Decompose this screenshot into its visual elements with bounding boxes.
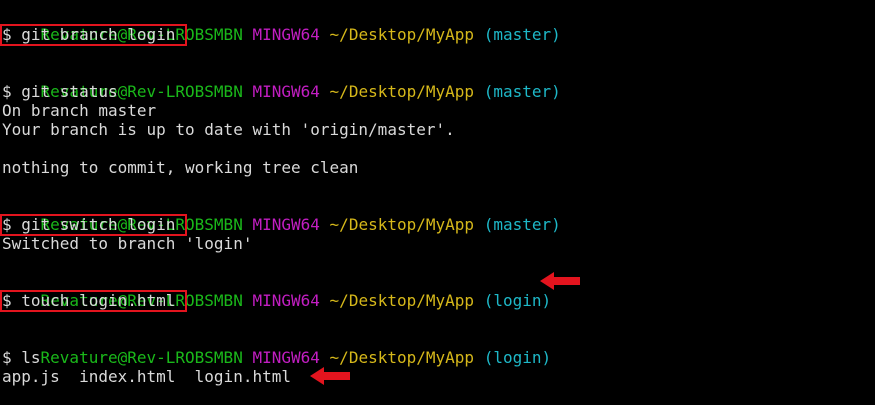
prompt-system: MINGW64 (252, 82, 320, 101)
output-line: nothing to commit, working tree clean (2, 158, 359, 177)
output-line: Switched to branch 'login' (2, 234, 253, 253)
prompt-branch: (master) (483, 215, 561, 234)
prompt-path: ~/Desktop/MyApp (329, 348, 475, 367)
red-left-arrow-icon (310, 367, 350, 385)
prompt-line: Revature@Rev-LROBSMBN MINGW64 ~/Desktop/… (2, 6, 561, 44)
prompt-line: Revature@Rev-LROBSMBN MINGW64 ~/Desktop/… (2, 272, 552, 310)
terminal-window[interactable]: Revature@Rev-LROBSMBN MINGW64 ~/Desktop/… (0, 0, 875, 405)
command-line: $ ls (2, 348, 41, 367)
prompt-system: MINGW64 (252, 215, 320, 234)
red-left-arrow-icon (540, 272, 580, 290)
prompt-system: MINGW64 (252, 291, 320, 310)
prompt-line: Revature@Rev-LROBSMBN MINGW64 ~/Desktop/… (2, 63, 561, 101)
prompt-branch: (master) (483, 25, 561, 44)
output-line: On branch master (2, 101, 157, 120)
prompt-branch: (login) (483, 348, 552, 367)
prompt-system: MINGW64 (252, 348, 320, 367)
prompt-user-host: Revature@Rev-LROBSMBN (40, 348, 243, 367)
highlight-box-git-switch (0, 214, 187, 236)
highlight-box-git-branch (0, 24, 187, 46)
prompt-branch: (master) (483, 82, 561, 101)
prompt-line: Revature@Rev-LROBSMBN MINGW64 ~/Desktop/… (2, 329, 552, 367)
highlight-box-touch (0, 290, 187, 312)
output-line: Your branch is up to date with 'origin/m… (2, 120, 455, 139)
command-line: $ git status (2, 82, 118, 101)
prompt-path: ~/Desktop/MyApp (329, 82, 475, 101)
prompt-path: ~/Desktop/MyApp (329, 291, 475, 310)
prompt-line: Revature@Rev-LROBSMBN MINGW64 ~/Desktop/… (2, 196, 561, 234)
prompt-system: MINGW64 (252, 25, 320, 44)
prompt-branch: (login) (483, 291, 552, 310)
output-line: app.js index.html login.html (2, 367, 291, 386)
prompt-path: ~/Desktop/MyApp (329, 215, 475, 234)
prompt-path: ~/Desktop/MyApp (329, 25, 475, 44)
